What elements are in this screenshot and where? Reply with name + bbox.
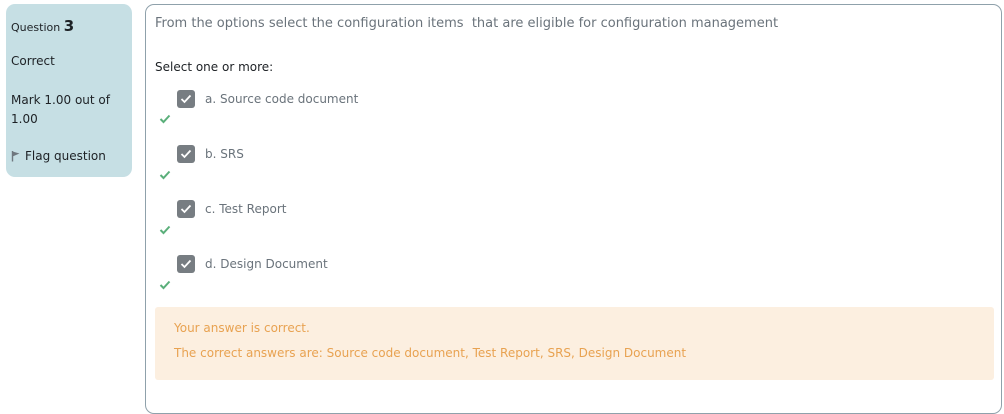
correct-tick-icon <box>159 114 171 124</box>
correct-tick-icon <box>159 170 171 180</box>
option-a[interactable]: a. Source code document <box>177 89 358 108</box>
checkmark-icon <box>180 94 192 103</box>
question-info-panel: Question 3 Correct Mark 1.00 out of 1.00… <box>6 4 132 177</box>
question-number: Question 3 <box>11 17 74 35</box>
question-label: Question <box>11 21 61 34</box>
checkbox-checked[interactable] <box>177 254 195 273</box>
correct-tick-icon <box>159 280 171 290</box>
question-state: Correct <box>11 54 55 68</box>
checkmark-icon <box>180 259 192 268</box>
flag-question-button[interactable]: Flag question <box>11 147 106 165</box>
checkbox-checked[interactable] <box>177 89 195 108</box>
option-label: b. SRS <box>205 146 244 161</box>
answer-prompt: Select one or more: <box>155 60 274 74</box>
option-label: a. Source code document <box>205 91 359 106</box>
question-number-value: 3 <box>63 17 75 35</box>
checkbox-checked[interactable] <box>177 144 195 163</box>
option-d[interactable]: d. Design Document <box>177 254 328 273</box>
flag-icon <box>11 147 25 165</box>
option-label: d. Design Document <box>205 256 328 271</box>
question-grade: Mark 1.00 out of 1.00 <box>11 93 110 126</box>
checkmark-icon <box>180 149 192 158</box>
checkbox-checked[interactable] <box>177 199 195 218</box>
checkmark-icon <box>180 204 192 213</box>
question-text: From the options select the configuratio… <box>155 16 779 31</box>
option-b[interactable]: b. SRS <box>177 144 244 163</box>
option-c[interactable]: c. Test Report <box>177 199 286 218</box>
feedback-box: Your answer is correct. The correct answ… <box>155 307 994 380</box>
correct-tick-icon <box>159 225 171 235</box>
flag-question-label: Flag question <box>25 149 106 163</box>
feedback-right-answers: The correct answers are: Source code doc… <box>174 346 687 360</box>
question-content: From the options select the configuratio… <box>145 4 1002 414</box>
option-label: c. Test Report <box>205 201 287 216</box>
feedback-correct-message: Your answer is correct. <box>174 321 310 335</box>
